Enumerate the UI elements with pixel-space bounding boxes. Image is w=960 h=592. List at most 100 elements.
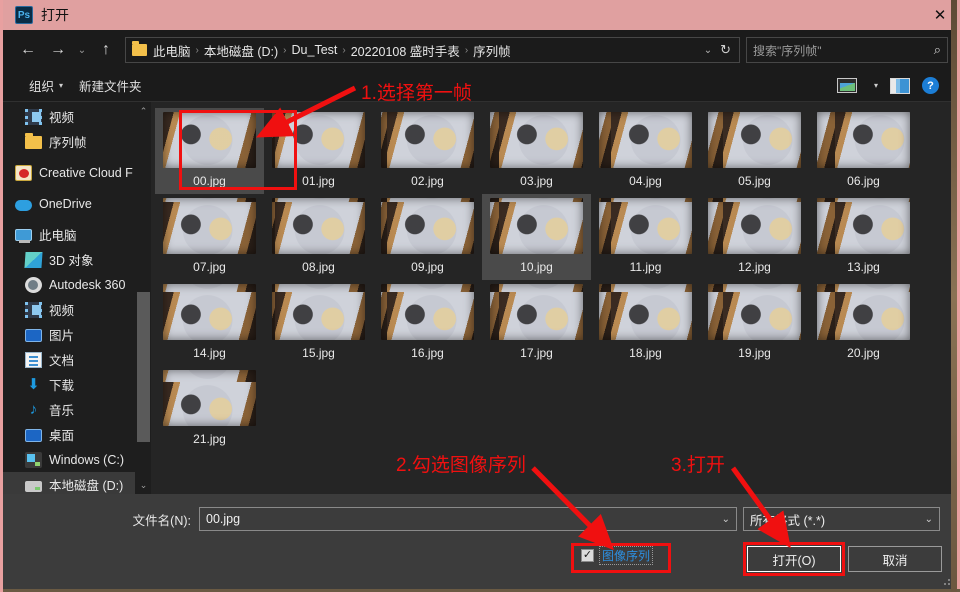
desktop-icon [25,428,42,442]
chevron-down-icon[interactable]: ⌄ [925,514,933,525]
file-item[interactable]: 15.jpg [264,280,373,366]
local-disk-icon [25,480,42,492]
filetype-dropdown[interactable]: 所有格式 (*.*) ⌄ [743,507,940,531]
file-item[interactable]: 03.jpg [482,108,591,194]
video-icon [25,108,42,125]
file-name-label: 04.jpg [629,174,662,188]
file-item[interactable]: 11.jpg [591,194,700,280]
breadcrumb-item-3[interactable]: 20220108 盛时手表 [347,41,464,60]
file-item[interactable]: 10.jpg [482,194,591,280]
chevron-down-icon[interactable]: ⌄ [696,45,720,56]
open-file-dialog: Ps 打开 ✕ ← → ⌄ ↑ 此电脑 › 本地磁盘 (D:) › Du_Tes… [0,0,960,592]
file-item[interactable]: 06.jpg [809,108,918,194]
preview-pane-icon[interactable] [890,77,910,94]
sidebar-item-3[interactable]: OneDrive [3,191,151,216]
file-name-label: 12.jpg [738,260,771,274]
file-item[interactable]: 05.jpg [700,108,809,194]
chevron-down-icon[interactable]: ⌄ [722,514,730,525]
sidebar-item-9[interactable]: 文档 [3,347,151,372]
sidebar-item-label: 图片 [49,329,75,343]
file-item[interactable]: 09.jpg [373,194,482,280]
pictures-icon [25,328,42,342]
desktop-background-right [951,0,957,592]
file-item[interactable]: 07.jpg [155,194,264,280]
file-name-label: 19.jpg [738,346,771,360]
file-item[interactable]: 14.jpg [155,280,264,366]
refresh-icon[interactable]: ↻ [720,42,733,58]
filename-field[interactable]: 00.jpg ⌄ [199,507,737,531]
view-mode-icon[interactable] [836,78,857,93]
sidebar-item-10[interactable]: ⬇ 下载 [3,372,151,397]
file-item[interactable]: 16.jpg [373,280,482,366]
file-thumbnail [163,370,256,426]
back-icon[interactable]: ← [13,35,43,65]
file-item[interactable]: 18.jpg [591,280,700,366]
file-item[interactable]: 02.jpg [373,108,482,194]
command-toolbar: 组织 ▾ 新建文件夹 ▾ ? [3,70,957,102]
help-icon[interactable]: ? [922,77,939,94]
sidebar-item-14[interactable]: 本地磁盘 (D:) [3,472,135,494]
search-input[interactable]: 搜索"序列帧" ⌕ [746,37,948,63]
sidebar-scrollbar-thumb[interactable] [137,292,150,442]
file-name-label: 17.jpg [520,346,553,360]
3d-objects-icon [24,251,43,268]
file-item[interactable]: 19.jpg [700,280,809,366]
file-thumbnail [490,198,583,254]
sidebar-item-13[interactable]: Windows (C:) [3,447,151,472]
downloads-icon: ⬇ [27,375,40,393]
search-icon: ⌕ [933,42,941,57]
sidebar-item-label: OneDrive [39,196,92,211]
sidebar-item-0[interactable]: 视频 [3,104,151,129]
breadcrumb-item-1[interactable]: 本地磁盘 (D:) [200,41,282,60]
file-item[interactable]: 13.jpg [809,194,918,280]
forward-icon[interactable]: → [43,35,73,65]
onedrive-icon [15,199,32,211]
sidebar-item-1[interactable]: 序列帧 [3,129,151,154]
sidebar-scrollbar[interactable] [136,120,151,476]
file-thumbnail [599,112,692,168]
file-name-label: 01.jpg [302,174,335,188]
breadcrumb-item-0[interactable]: 此电脑 [149,41,195,60]
new-folder-button[interactable]: 新建文件夹 [71,76,150,95]
annotation-text-2: 2.勾选图像序列 [396,455,526,476]
sidebar-item-12[interactable]: 桌面 [3,422,151,447]
sidebar-item-2[interactable]: Creative Cloud F [3,160,151,185]
sidebar-item-5[interactable]: 3D 对象 [3,247,151,272]
breadcrumb-item-2[interactable]: Du_Test [288,43,342,57]
sidebar-item-label: 此电脑 [39,229,77,243]
sidebar-item-11[interactable]: ♪ 音乐 [3,397,151,422]
up-icon[interactable]: ↑ [91,35,121,65]
file-name-label: 03.jpg [520,174,553,188]
annotation-text-1: 1.选择第一帧 [361,83,472,104]
organize-button[interactable]: 组织 ▾ [21,76,71,95]
filename-row: 文件名(N): 00.jpg ⌄ 所有格式 (*.*) ⌄ [3,506,957,532]
filename-label: 文件名(N): [132,513,191,528]
chevron-down-icon: ▾ [59,81,64,90]
sidebar-item-label: 本地磁盘 (D:) [49,479,124,493]
sidebar-item-6[interactable]: Autodesk 360 [3,272,151,297]
file-item[interactable]: 04.jpg [591,108,700,194]
filetype-value: 所有格式 (*.*) [750,513,826,528]
file-item[interactable]: 20.jpg [809,280,918,366]
file-thumbnail [817,284,910,340]
file-item[interactable]: 08.jpg [264,194,373,280]
breadcrumb-item-4[interactable]: 序列帧 [469,41,515,60]
cancel-button[interactable]: 取消 [848,546,942,572]
file-thumbnail [599,198,692,254]
sidebar-item-7[interactable]: 视频 [3,297,151,322]
file-thumbnail [599,284,692,340]
file-item[interactable]: 12.jpg [700,194,809,280]
recent-locations-icon[interactable]: ⌄ [73,35,91,65]
file-name-label: 18.jpg [629,346,662,360]
sidebar-scroll-up-icon[interactable]: ⌃ [136,102,151,120]
sidebar-scroll-down-icon[interactable]: ⌄ [136,476,151,494]
sidebar-item-4[interactable]: 此电脑 [3,222,151,247]
chevron-down-icon[interactable]: ▾ [874,81,878,90]
address-bar[interactable]: 此电脑 › 本地磁盘 (D:) › Du_Test › 20220108 盛时手… [125,37,740,63]
sidebar-item-label: 下载 [49,379,75,393]
file-item[interactable]: 17.jpg [482,280,591,366]
file-name-label: 06.jpg [847,174,880,188]
sidebar-item-label: Creative Cloud F [39,165,133,180]
file-item[interactable]: 21.jpg [155,366,264,452]
sidebar-item-8[interactable]: 图片 [3,322,151,347]
